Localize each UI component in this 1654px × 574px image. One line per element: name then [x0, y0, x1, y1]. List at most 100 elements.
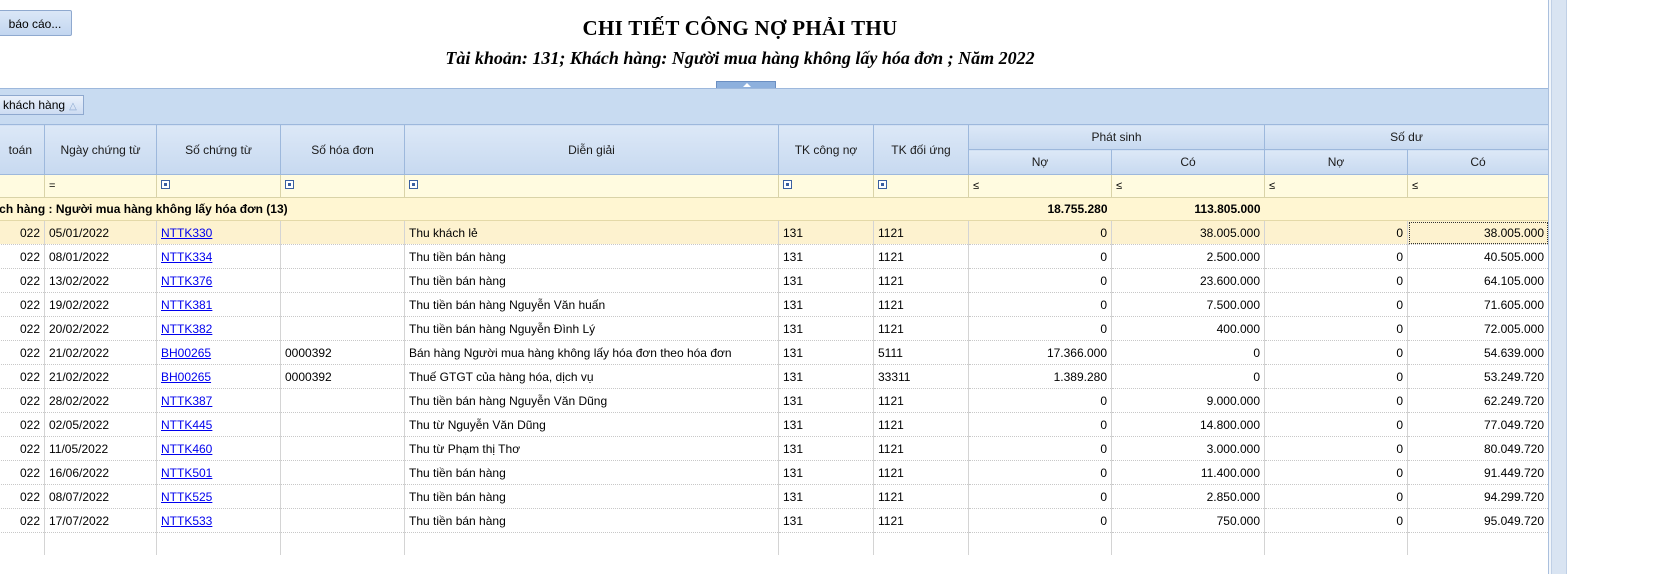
cell-doc-number[interactable]: NTTK330	[156, 220, 281, 245]
cell-date[interactable]: 05/01/2022	[44, 220, 157, 245]
cell-ps-co[interactable]: 0	[1111, 364, 1265, 389]
filter-cell-sd-no[interactable]: ≤	[1264, 174, 1408, 198]
column-header-contra-account[interactable]: TK đối ứng	[873, 124, 969, 175]
cell-sd-no[interactable]: 0	[1264, 436, 1408, 461]
cell-description[interactable]: Thu tiền bán hàng	[404, 508, 779, 533]
cell-sd-no[interactable]: 0	[1264, 316, 1408, 341]
table-row[interactable]: 022 19/02/2022 NTTK381 Thu tiền bán hàng Ng…	[0, 292, 1549, 317]
cell-description[interactable]: Bán hàng Người mua hàng không lấy hóa đơ…	[404, 340, 779, 365]
cell-sd-no[interactable]: 0	[1264, 340, 1408, 365]
cell-ps-no[interactable]: 0	[968, 292, 1112, 317]
cell-ps-co[interactable]: 2.850.000	[1111, 484, 1265, 509]
cell-doc-number[interactable]: NTTK533	[156, 508, 281, 533]
cell-description[interactable]: Thu tiền bán hàng Nguyễn Đình Lý	[404, 316, 779, 341]
table-row[interactable]: 022 16/06/2022 NTTK501 Thu tiền bán hàng 131…	[0, 460, 1549, 485]
column-header-description[interactable]: Diễn giải	[404, 124, 779, 175]
cell-debt-account[interactable]: 131	[778, 484, 874, 509]
cell-c0[interactable]: 022	[0, 268, 45, 293]
cell-date[interactable]: 08/01/2022	[44, 244, 157, 269]
cell-sd-co[interactable]: 54.639.000	[1407, 340, 1549, 365]
cell-description[interactable]: Thu tiền bán hàng Nguyễn Văn huấn	[404, 292, 779, 317]
filter-cell[interactable]	[0, 174, 45, 198]
cell-c0[interactable]: 022	[0, 412, 45, 437]
cell-date[interactable]: 28/02/2022	[44, 388, 157, 413]
cell-contra-account[interactable]: 33311	[873, 364, 969, 389]
table-row[interactable]: 022 28/02/2022 NTTK387 Thu tiền bán hàng Ng…	[0, 388, 1549, 413]
cell-contra-account[interactable]: 1121	[873, 484, 969, 509]
doc-number-link[interactable]: NTTK460	[161, 442, 212, 456]
cell-sd-no[interactable]: 0	[1264, 484, 1408, 509]
cell-c0[interactable]: 022	[0, 460, 45, 485]
cell-sd-co[interactable]: 72.005.000	[1407, 316, 1549, 341]
cell-date[interactable]: 11/05/2022	[44, 436, 157, 461]
group-header-row[interactable]: khách hàng : Người mua hàng không lấy hó…	[0, 197, 1549, 221]
cell-debt-account[interactable]: 131	[778, 220, 874, 245]
doc-number-link[interactable]: BH00265	[161, 346, 211, 360]
column-header-date[interactable]: Ngày chứng từ	[44, 124, 157, 175]
cell-ps-co[interactable]: 0	[1111, 340, 1265, 365]
cell-date[interactable]: 17/07/2022	[44, 508, 157, 533]
filter-checkbox-icon[interactable]	[878, 180, 887, 189]
cell-debt-account[interactable]: 131	[778, 412, 874, 437]
table-row[interactable]: 022 21/02/2022 BH00265 0000392 Thuế GTGT của…	[0, 364, 1549, 389]
filter-cell-description[interactable]	[404, 174, 779, 198]
cell-ps-no[interactable]: 0	[968, 460, 1112, 485]
column-header-sd-no[interactable]: Nợ	[1264, 149, 1408, 175]
cell-description[interactable]: Thu tiền bán hàng Nguyễn Văn Dũng	[404, 388, 779, 413]
cell-sd-no[interactable]: 0	[1264, 460, 1408, 485]
cell-ps-co[interactable]: 11.400.000	[1111, 460, 1265, 485]
cell-ps-co[interactable]: 23.600.000	[1111, 268, 1265, 293]
cell-ps-co[interactable]: 400.000	[1111, 316, 1265, 341]
doc-number-link[interactable]: NTTK501	[161, 466, 212, 480]
doc-number-link[interactable]: NTTK330	[161, 226, 212, 240]
table-row[interactable]: 022 20/02/2022 NTTK382 Thu tiền bán hàng Ng…	[0, 316, 1549, 341]
cell-c0[interactable]: 022	[0, 220, 45, 245]
cell-contra-account[interactable]: 1121	[873, 244, 969, 269]
filter-cell-date[interactable]: =	[44, 174, 157, 198]
cell-debt-account[interactable]: 131	[778, 268, 874, 293]
filter-cell-debt-account[interactable]	[778, 174, 874, 198]
cell-description[interactable]: Thu tiền bán hàng	[404, 460, 779, 485]
cell-sd-co[interactable]: 77.049.720	[1407, 412, 1549, 437]
cell-doc-number[interactable]: NTTK376	[156, 268, 281, 293]
cell-c0[interactable]: 022	[0, 244, 45, 269]
cell-ps-no[interactable]: 0	[968, 244, 1112, 269]
cell-description[interactable]: Thu tiền bán hàng	[404, 268, 779, 293]
cell-debt-account[interactable]: 131	[778, 316, 874, 341]
doc-number-link[interactable]: BH00265	[161, 370, 211, 384]
cell-debt-account[interactable]: 131	[778, 460, 874, 485]
filter-cell-invoice[interactable]	[280, 174, 405, 198]
cell-sd-no[interactable]: 0	[1264, 508, 1408, 533]
cell-description[interactable]: Thuế GTGT của hàng hóa, dịch vụ	[404, 364, 779, 389]
cell-description[interactable]: Thu khách lẻ	[404, 220, 779, 245]
cell-sd-no[interactable]: 0	[1264, 220, 1408, 245]
cell-c0[interactable]: 022	[0, 364, 45, 389]
cell-sd-no[interactable]: 0	[1264, 364, 1408, 389]
cell-invoice[interactable]	[280, 388, 405, 413]
cell-doc-number[interactable]: NTTK382	[156, 316, 281, 341]
cell-sd-co[interactable]: 95.049.720	[1407, 508, 1549, 533]
filter-checkbox-icon[interactable]	[783, 180, 792, 189]
table-row[interactable]: 022 05/01/2022 NTTK330 Thu khách lẻ 131 1121 0…	[0, 220, 1549, 245]
cell-c0[interactable]: 022	[0, 484, 45, 509]
cell-doc-number[interactable]: NTTK387	[156, 388, 281, 413]
cell-debt-account[interactable]: 131	[778, 364, 874, 389]
cell-ps-no[interactable]: 0	[968, 220, 1112, 245]
cell-ps-no[interactable]: 0	[968, 388, 1112, 413]
cell-date[interactable]: 21/02/2022	[44, 340, 157, 365]
cell-ps-co[interactable]: 750.000	[1111, 508, 1265, 533]
cell-debt-account[interactable]: 131	[778, 292, 874, 317]
cell-sd-co[interactable]: 91.449.720	[1407, 460, 1549, 485]
cell-date[interactable]: 16/06/2022	[44, 460, 157, 485]
cell-contra-account[interactable]: 1121	[873, 388, 969, 413]
cell-ps-no[interactable]: 0	[968, 508, 1112, 533]
cell-sd-co[interactable]: 64.105.000	[1407, 268, 1549, 293]
doc-number-link[interactable]: NTTK533	[161, 514, 212, 528]
column-header-ps-co[interactable]: Có	[1111, 149, 1265, 175]
cell-contra-account[interactable]: 1121	[873, 316, 969, 341]
filter-cell-doc[interactable]	[156, 174, 281, 198]
cell-ps-co[interactable]: 7.500.000	[1111, 292, 1265, 317]
cell-c0[interactable]: 022	[0, 436, 45, 461]
cell-sd-co[interactable]: 62.249.720	[1407, 388, 1549, 413]
cell-invoice[interactable]	[280, 244, 405, 269]
